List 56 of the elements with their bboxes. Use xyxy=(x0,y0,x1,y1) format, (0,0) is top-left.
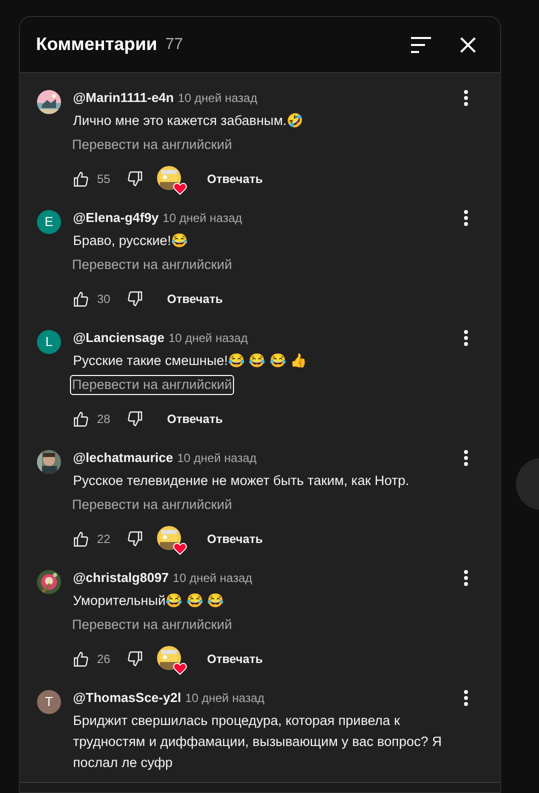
author-name[interactable]: @lechatmaurice xyxy=(73,448,174,468)
thumbs-down-icon[interactable] xyxy=(127,291,143,307)
more-options-icon[interactable] xyxy=(464,570,468,586)
reply-button[interactable]: Отвечать xyxy=(167,403,223,435)
author-name[interactable]: @christalg8097 xyxy=(73,568,169,588)
author-name[interactable]: @ThomasSce-y2l xyxy=(73,688,182,708)
thumbs-up-icon[interactable] xyxy=(73,651,89,667)
like-count: 26 xyxy=(97,651,112,668)
thumbs-up-icon[interactable] xyxy=(73,291,89,307)
comment-text: Лично мне это кажется забавным.🤣 xyxy=(73,112,305,130)
panel-title: Комментарии xyxy=(36,33,158,56)
reply-button[interactable]: Отвечать xyxy=(207,163,263,195)
thumbs-down-icon[interactable] xyxy=(127,171,143,187)
translate-link[interactable]: Перевести на английский xyxy=(70,255,234,275)
like-count: 28 xyxy=(97,411,112,428)
like-count: 55 xyxy=(97,171,112,188)
like-count: 22 xyxy=(97,531,112,548)
more-options-icon[interactable] xyxy=(464,330,468,346)
translate-link[interactable]: Перевести на английский xyxy=(70,495,234,515)
reply-button[interactable]: Отвечать xyxy=(167,283,223,315)
comment-text: Бриджит свершилась процедура, которая привела к трудностям и диффамации, вызывающим у вас вопрос? Я послал ле суфр xyxy=(73,712,443,772)
comment-text: Русское телевидение не может быть таким, как Нотр. xyxy=(73,472,410,490)
avatar[interactable]: E xyxy=(37,210,61,234)
comment-text: Браво, русские!😂 xyxy=(73,232,190,250)
close-icon[interactable] xyxy=(460,36,476,52)
comment-count: 77 xyxy=(165,34,184,54)
comment-text: Русские такие смешные!😂 😂 😂 👍 xyxy=(73,352,308,370)
comment-time[interactable]: 10 дней назад xyxy=(168,329,248,347)
like-count: 30 xyxy=(97,291,112,308)
thumbs-up-icon[interactable] xyxy=(73,171,89,187)
comment-text: Уморительный😂 😂 😂 xyxy=(73,592,226,610)
author-name[interactable]: @Lanciensage xyxy=(73,328,164,348)
thumbs-down-icon[interactable] xyxy=(127,411,143,427)
more-options-icon[interactable] xyxy=(464,690,468,706)
comment-time[interactable]: 10 дней назад xyxy=(177,449,256,467)
more-options-icon[interactable] xyxy=(464,90,468,106)
translate-link[interactable]: Перевести на английский xyxy=(70,375,234,395)
thumbs-up-icon[interactable] xyxy=(73,531,89,547)
thumbs-down-icon[interactable] xyxy=(127,531,143,547)
sort-icon[interactable] xyxy=(410,36,432,54)
comment-time[interactable]: 10 дней назад xyxy=(172,569,252,587)
avatar[interactable]: T xyxy=(37,690,61,714)
more-options-icon[interactable] xyxy=(464,450,468,466)
translate-link[interactable]: Перевести на английский xyxy=(70,615,234,635)
author-name[interactable]: @Elena-g4f9y xyxy=(73,208,159,228)
avatar[interactable]: L xyxy=(37,330,61,354)
translate-link[interactable]: Перевести на английский xyxy=(70,135,234,155)
reply-button[interactable]: Отвечать xyxy=(207,523,263,555)
author-name[interactable]: @Marin1111-e4n xyxy=(73,88,174,108)
comment-time[interactable]: 10 дней назад xyxy=(162,209,242,227)
more-options-icon[interactable] xyxy=(464,210,468,226)
thumbs-up-icon[interactable] xyxy=(73,411,89,427)
comment-time[interactable]: 10 дней назад xyxy=(178,89,258,107)
thumbs-down-icon[interactable] xyxy=(127,651,143,667)
reply-button[interactable]: Отвечать xyxy=(207,643,263,675)
comment-time[interactable]: 10 дней назад xyxy=(185,689,264,707)
